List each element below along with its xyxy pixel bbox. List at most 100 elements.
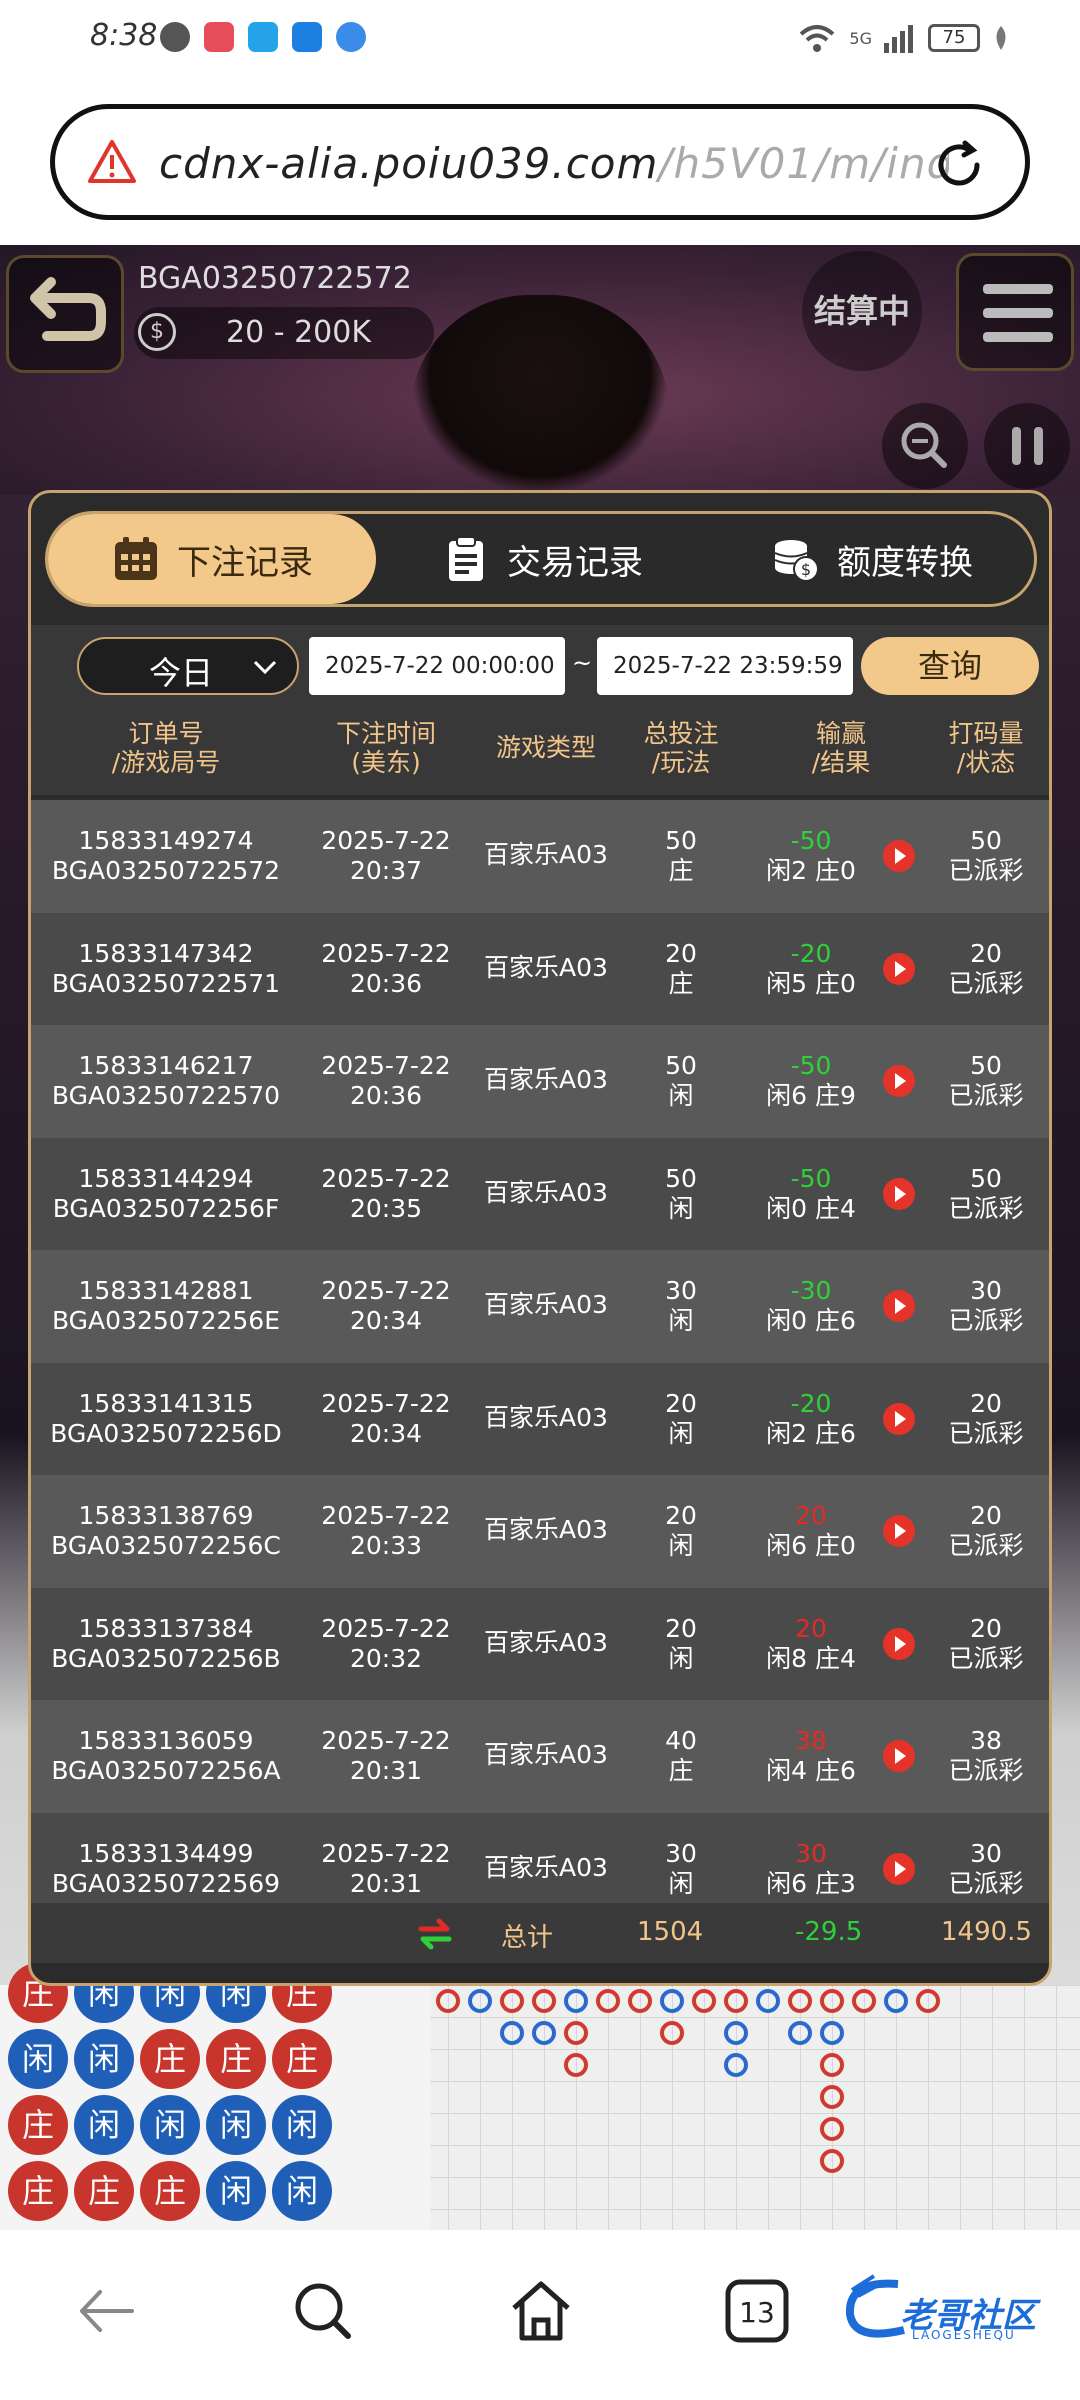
replay-video-icon[interactable] (883, 1402, 915, 1435)
big-road-ring (660, 1989, 684, 2013)
status-bar: 8:38 5G 75 (0, 0, 1080, 80)
chevron-down-icon (253, 660, 277, 675)
bet-cell: 50 庄 (621, 826, 741, 886)
date-separator: ~ (572, 649, 593, 677)
table-row[interactable]: 15833146217 BGA03250722570 2025-7-22 20:36 百… (31, 1025, 1049, 1138)
tab-transaction-records[interactable]: 交易记录 (378, 514, 706, 604)
bet-cell: 50 闲 (621, 1051, 741, 1111)
table-row[interactable]: 15833142881 BGA0325072256E 2025-7-22 20:34 百… (31, 1250, 1049, 1363)
address-bar[interactable]: cdnx-alia.poiu039.com/h5V01/m/index.h (50, 104, 1030, 220)
warning-icon[interactable] (87, 137, 137, 187)
round-status: 结算中 (802, 251, 922, 371)
round-number: BGA0325072256C (51, 1531, 281, 1560)
day-select[interactable]: 今日 (77, 637, 299, 695)
big-road-ring (564, 2053, 588, 2077)
round-number: BGA0325072256F (52, 1193, 280, 1223)
bet-amount: 30 (665, 1276, 697, 1305)
pause-button[interactable] (984, 403, 1070, 489)
replay-video-icon[interactable] (883, 1852, 915, 1885)
battery-icon: 75 (928, 24, 980, 52)
reload-icon[interactable] (929, 135, 989, 195)
bead-road-bead: 庄 (8, 2161, 68, 2221)
bead-road-bead: 庄 (8, 2095, 68, 2155)
game-result: 闲4 庄6 (766, 1756, 856, 1785)
col-game-type: 游戏类型 (495, 733, 596, 762)
order-number: 15833142881 (78, 1276, 254, 1305)
start-time-input[interactable]: 2025-7-22 00:00:00 (309, 637, 565, 695)
turnover-amount: 20 (970, 938, 1002, 968)
bet-date: 2025-7-22 (321, 1051, 451, 1080)
payout-status: 已派彩 (948, 1418, 1024, 1448)
replay-video-icon[interactable] (883, 840, 915, 872)
bet-time: 20:36 (349, 968, 423, 998)
url-text[interactable]: cdnx-alia.poiu039.com/h5V01/m/index.h (159, 139, 949, 188)
home-icon[interactable] (506, 2276, 576, 2346)
back-button[interactable] (6, 255, 124, 373)
replay-video-icon[interactable] (883, 1740, 915, 1772)
turnover-amount: 50 (970, 826, 1002, 855)
bet-cell: 40 庄 (621, 1726, 741, 1786)
bet-play: 闲 (668, 1418, 694, 1448)
clipboard-icon (449, 536, 483, 581)
tabs-icon[interactable]: 13 (722, 2276, 792, 2346)
menu-icon-bar (983, 332, 1053, 342)
payout-status: 已派彩 (948, 1868, 1024, 1898)
replay-video-icon[interactable] (883, 1065, 915, 1097)
app-weather-icon (292, 22, 322, 52)
winloss-amount: -50 (790, 826, 832, 855)
table-row[interactable]: 15833138769 BGA0325072256C 2025-7-22 20:33 百… (31, 1475, 1049, 1588)
menu-icon-bar (983, 284, 1053, 294)
table-row[interactable]: 15833147342 BGA03250722571 2025-7-22 20:36 百… (31, 912, 1049, 1025)
table-row[interactable]: 15833149274 BGA03250722572 2025-7-22 20:37 百… (31, 800, 1049, 913)
end-time-input[interactable]: 2025-7-22 23:59:59 (597, 637, 853, 695)
calendar-icon (115, 537, 157, 580)
replay-video-icon[interactable] (883, 1290, 915, 1322)
bead-road-bead: 庄 (74, 2161, 134, 2221)
replay-video-icon[interactable] (883, 1177, 915, 1210)
dealer-video (410, 295, 670, 495)
bet-cell: 20 闲 (621, 1614, 741, 1674)
back-icon[interactable] (72, 2276, 142, 2346)
zoom-button[interactable] (882, 403, 968, 489)
bet-time: 20:35 (349, 1193, 423, 1223)
search-icon[interactable] (288, 2276, 358, 2346)
tab-label: 交易记录 (507, 542, 643, 583)
game-type: 百家乐A03 (484, 1290, 608, 1319)
bead-road-bead: 庄 (140, 2029, 200, 2089)
winloss-cell: -20 闲2 庄6 (741, 1389, 881, 1449)
order-cell: 15833134499 BGA03250722569 (31, 1839, 301, 1899)
bet-time-cell: 2025-7-22 20:34 (301, 1389, 471, 1449)
bead-road-bead: 闲 (206, 2095, 266, 2155)
table-row[interactable]: 15833137384 BGA0325072256B 2025-7-22 20:32 百… (31, 1587, 1049, 1700)
big-road-ring (820, 2085, 844, 2109)
big-road-ring (532, 2021, 556, 2045)
winloss-cell: -30 闲0 庄6 (741, 1276, 881, 1336)
query-button[interactable]: 查询 (861, 637, 1039, 695)
bet-amount: 50 (665, 1163, 697, 1193)
replay-video-icon[interactable] (883, 952, 915, 985)
menu-button[interactable] (956, 253, 1074, 371)
round-number: BGA03250722570 (51, 1081, 281, 1110)
bet-play: 闲 (668, 1081, 694, 1110)
tab-credit-transfer[interactable]: $ 额度转换 (708, 514, 1036, 604)
tab-bet-records[interactable]: 下注记录 (48, 514, 376, 604)
turnover-cell: 20 已派彩 (921, 938, 1049, 999)
table-row[interactable]: 15833144294 BGA0325072256F 2025-7-22 20:35 百… (31, 1137, 1049, 1250)
big-road-ring (820, 2053, 844, 2077)
replay-video-icon[interactable] (883, 1515, 915, 1547)
winloss-amount: -50 (790, 1051, 832, 1080)
table-row[interactable]: 15833141315 BGA0325072256D 2025-7-22 20:34 百… (31, 1362, 1049, 1475)
zoom-out-icon (901, 422, 947, 468)
bead-road-bead: 闲 (272, 2161, 332, 2221)
signal-icon (884, 25, 913, 53)
turnover-cell: 50 已派彩 (921, 826, 1049, 886)
table-row[interactable]: 15833136059 BGA0325072256A 2025-7-22 20:31 百… (31, 1700, 1049, 1813)
bead-road-bead: 闲 (74, 2029, 134, 2089)
turnover-amount: 20 (970, 1501, 1002, 1530)
replay-video-icon[interactable] (883, 1627, 915, 1660)
game-type: 百家乐A03 (484, 1515, 608, 1544)
turnover-amount: 38 (970, 1726, 1002, 1755)
tab-label: 额度转换 (837, 542, 973, 583)
svg-text:$: $ (801, 560, 811, 579)
records-tabs: 下注记录 交易记录 $ 额度转换 (45, 511, 1037, 607)
